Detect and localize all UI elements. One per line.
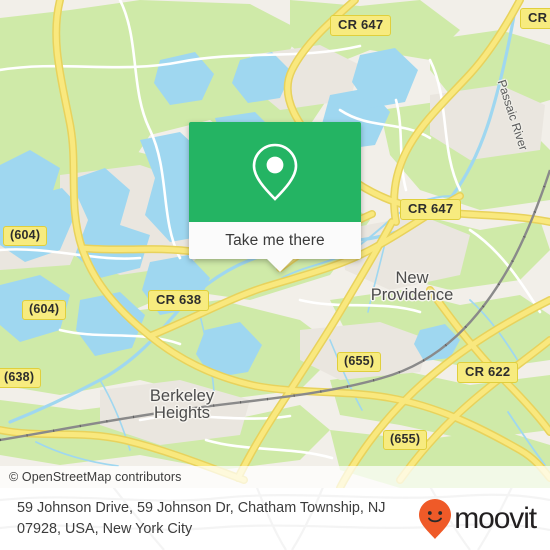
location-callout[interactable]: Take me there bbox=[189, 122, 361, 272]
callout-pointer bbox=[267, 258, 293, 272]
shield-638[interactable]: (638) bbox=[0, 368, 42, 389]
take-me-there-label: Take me there bbox=[225, 231, 325, 249]
shield-cr-6-topright[interactable]: CR 6 bbox=[520, 8, 550, 29]
shield-655-lower[interactable]: (655) bbox=[383, 430, 428, 451]
attribution-text: © OpenStreetMap contributors bbox=[9, 470, 182, 484]
moovit-logo: moovit bbox=[418, 498, 537, 540]
map-canvas[interactable]: CR 647 CR 6 CR 647 (604) (604) CR 638 (6… bbox=[0, 0, 550, 488]
shield-cr-647-right[interactable]: CR 647 bbox=[400, 199, 462, 220]
map-attribution: © OpenStreetMap contributors bbox=[0, 466, 550, 488]
shield-cr-622[interactable]: CR 622 bbox=[457, 362, 519, 383]
shield-cr-647-top[interactable]: CR 647 bbox=[330, 15, 392, 36]
map-screenshot: CR 647 CR 6 CR 647 (604) (604) CR 638 (6… bbox=[0, 0, 550, 550]
shield-604-upper[interactable]: (604) bbox=[3, 226, 48, 247]
moovit-wordmark: moovit bbox=[454, 502, 537, 535]
shield-cr-638[interactable]: CR 638 bbox=[148, 290, 210, 311]
moovit-pin-icon bbox=[419, 499, 452, 539]
footer-bar: 59 Johnson Drive, 59 Johnson Dr, Chatham… bbox=[0, 488, 550, 550]
address-text: 59 Johnson Drive, 59 Johnson Dr, Chatham… bbox=[17, 500, 386, 537]
take-me-there-button[interactable]: Take me there bbox=[189, 222, 361, 272]
shield-655-upper[interactable]: (655) bbox=[337, 352, 382, 373]
callout-header bbox=[189, 122, 361, 222]
shield-604-lower[interactable]: (604) bbox=[22, 300, 67, 321]
map-pin-icon bbox=[252, 143, 298, 201]
